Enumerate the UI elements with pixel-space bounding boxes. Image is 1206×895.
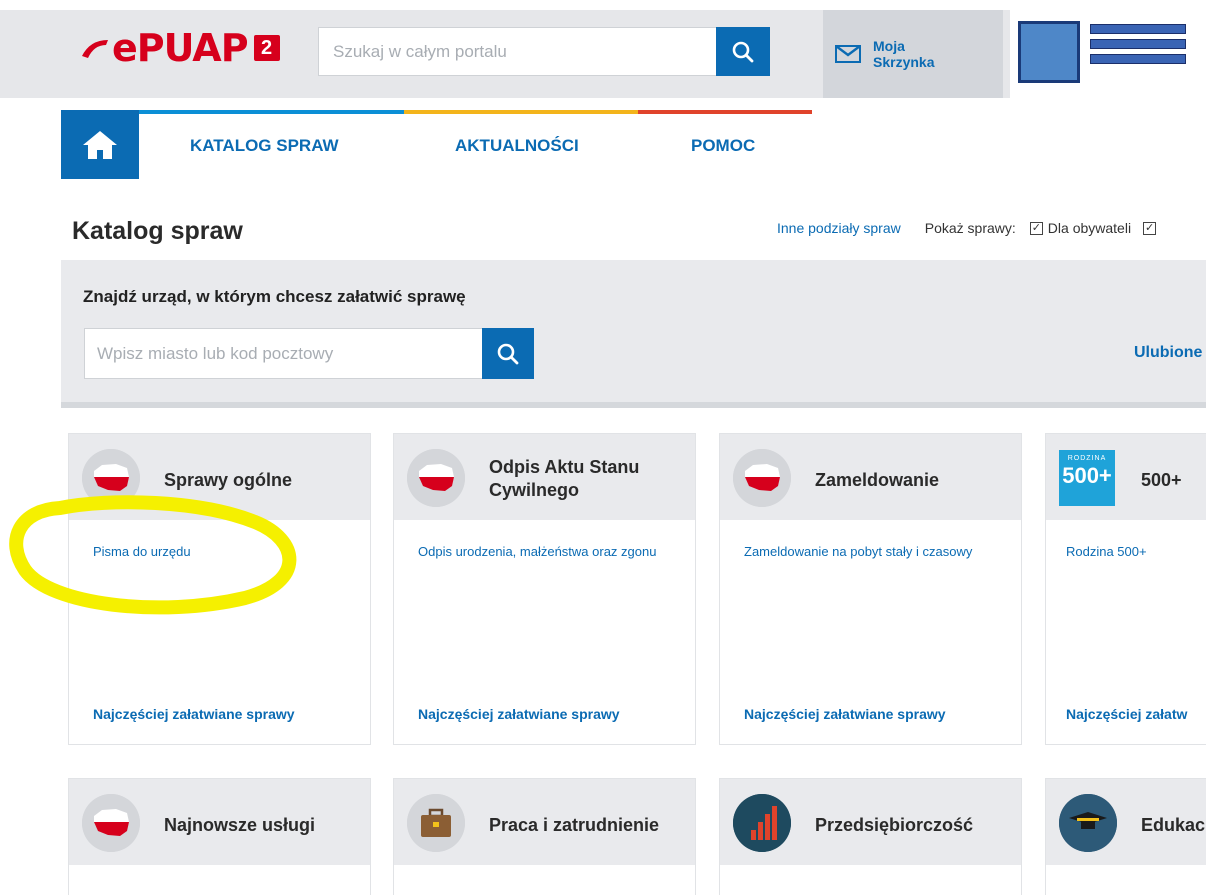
- user-menu[interactable]: [1010, 10, 1206, 98]
- card-service-link[interactable]: Pisma do urzędu: [93, 544, 353, 560]
- card-title: Najnowsze usługi: [164, 815, 316, 835]
- briefcase-icon: [407, 794, 465, 852]
- logo-text: ePUAP: [112, 26, 249, 70]
- other-divisions-link[interactable]: Inne podziały spraw: [777, 220, 901, 236]
- redaction-bar: [1090, 24, 1186, 34]
- rodzina-500-logo: RODZINA 500+: [1059, 450, 1115, 506]
- card-header: Edukac: [1046, 779, 1206, 865]
- favorites-link[interactable]: Ulubione: [1134, 344, 1202, 362]
- bar-chart-icon: [733, 794, 791, 852]
- redaction-bar: [1090, 39, 1186, 49]
- card-header: Najnowsze usługi: [69, 779, 370, 865]
- user-name-redacted: [1090, 24, 1186, 69]
- office-search-input[interactable]: [85, 329, 481, 378]
- checkbox-check-icon: ✓: [1029, 221, 1043, 235]
- portal-search-button[interactable]: [716, 27, 770, 76]
- card-title: Zameldowanie: [815, 470, 940, 490]
- card-header: RODZINA 500+ 500+: [1046, 434, 1206, 520]
- portal-search: [318, 27, 770, 76]
- card-title: Przedsiębiorczość: [815, 815, 974, 835]
- nav-colorbar-blue: [139, 110, 404, 114]
- checkbox-citizens-label: Dla obywateli: [1047, 220, 1132, 236]
- search-icon: [497, 343, 519, 364]
- card-most-common-link[interactable]: Najczęściej załatwiane sprawy: [418, 706, 620, 722]
- card-header: Przedsiębiorczość: [720, 779, 1021, 865]
- card-title: Praca i zatrudnienie: [489, 815, 660, 835]
- category-card-registration[interactable]: Zameldowanie Zameldowanie na pobyt stały…: [719, 433, 1022, 745]
- epuap-logo[interactable]: ePUAP 2: [80, 28, 280, 68]
- card-service-link[interactable]: Zameldowanie na pobyt stały i czasowy: [744, 544, 1004, 560]
- graduation-cap-icon: [1059, 794, 1117, 852]
- logo-caption: RODZINA: [1067, 455, 1107, 462]
- card-header: Praca i zatrudnienie: [394, 779, 695, 865]
- poland-map-icon: [733, 449, 791, 507]
- category-card-business[interactable]: Przedsiębiorczość: [719, 778, 1022, 895]
- logo-badge: 2: [253, 35, 280, 61]
- header: ePUAP 2 Moja Skrzynka: [0, 0, 1206, 110]
- avatar: [1018, 21, 1080, 83]
- poland-map-icon: [82, 794, 140, 852]
- card-header: Odpis Aktu Stanu Cywilnego: [394, 434, 695, 520]
- logo-swoosh-icon: [82, 40, 108, 58]
- envelope-icon: [835, 45, 861, 63]
- card-most-common-link[interactable]: Najczęściej załatwiane sprawy: [744, 706, 946, 722]
- card-title: Edukac: [1141, 815, 1206, 835]
- nav-colorbar-red: [638, 110, 812, 114]
- show-cases-label: Pokaż sprawy:: [924, 220, 1016, 236]
- category-card-civil-records[interactable]: Odpis Aktu Stanu Cywilnego Odpis urodzen…: [393, 433, 696, 745]
- home-button[interactable]: [61, 110, 139, 179]
- card-header: Sprawy ogólne: [69, 434, 370, 520]
- card-title: Sprawy ogólne: [164, 470, 293, 490]
- logo-number: 500+: [1062, 463, 1112, 488]
- mailbox-label-line2: Skrzynka: [873, 54, 935, 70]
- category-card-general[interactable]: Sprawy ogólne Pisma do urzędu Najczęście…: [68, 433, 371, 745]
- nav-colorbar-yellow: [404, 110, 638, 114]
- office-search-button[interactable]: [482, 328, 534, 379]
- nav-news[interactable]: AKTUALNOŚCI: [455, 136, 579, 156]
- category-card-500-plus[interactable]: RODZINA 500+ 500+ Rodzina 500+ Najczęści…: [1045, 433, 1206, 745]
- category-card-new-services[interactable]: Najnowsze usługi: [68, 778, 371, 895]
- search-icon: [732, 41, 754, 62]
- card-most-common-link[interactable]: Najczęściej załatwiane sprawy: [93, 706, 295, 722]
- title-controls: Inne podziały spraw Pokaż sprawy: ✓ Dla …: [777, 220, 1173, 236]
- poland-map-icon: [407, 449, 465, 507]
- card-service-link[interactable]: Odpis urodzenia, małżeństwa oraz zgonu: [418, 544, 678, 560]
- poland-map-icon: [82, 449, 140, 507]
- card-title: 500+: [1141, 470, 1182, 490]
- find-office-title: Znajdź urząd, w którym chcesz załatwić s…: [83, 287, 466, 306]
- card-header: Zameldowanie: [720, 434, 1021, 520]
- nav-catalog[interactable]: KATALOG SPRAW: [190, 136, 339, 156]
- category-card-education[interactable]: Edukac: [1045, 778, 1206, 895]
- office-search: [84, 328, 534, 379]
- mailbox-button[interactable]: Moja Skrzynka: [823, 10, 1003, 98]
- card-most-common-link[interactable]: Najczęściej załatw: [1066, 706, 1187, 722]
- card-title-line1: Odpis Aktu Stanu: [489, 457, 640, 477]
- find-office-panel: Znajdź urząd, w którym chcesz załatwić s…: [61, 260, 1206, 408]
- home-icon: [83, 130, 117, 159]
- mailbox-label-line1: Moja: [873, 38, 905, 54]
- page-title: Katalog spraw: [72, 217, 243, 245]
- checkbox-check-icon: ✓: [1143, 221, 1157, 235]
- mailbox-label: Moja Skrzynka: [873, 38, 953, 70]
- card-title-line2: Cywilnego: [489, 480, 580, 500]
- portal-search-input[interactable]: [319, 28, 717, 75]
- card-title: Odpis Aktu Stanu Cywilnego: [489, 456, 639, 502]
- redaction-bar: [1090, 54, 1186, 64]
- checkbox-citizens[interactable]: ✓ Dla obywateli: [1029, 220, 1132, 236]
- card-service-link[interactable]: Rodzina 500+: [1066, 544, 1206, 560]
- checkbox-second[interactable]: ✓: [1143, 221, 1161, 235]
- category-card-work[interactable]: Praca i zatrudnienie: [393, 778, 696, 895]
- nav-help[interactable]: POMOC: [691, 136, 755, 156]
